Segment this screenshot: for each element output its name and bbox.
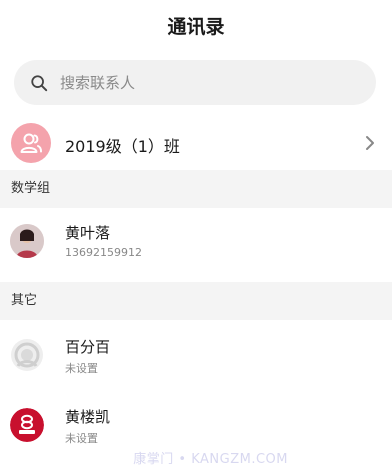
page-title: 通讯录 <box>167 16 225 38</box>
section-header-math: 数学组 <box>0 170 392 208</box>
class-group-label: 2019级（1）班 <box>65 137 180 156</box>
contact-name: 百分百 <box>65 338 111 356</box>
contact-phone: 13692159912 <box>65 246 142 259</box>
group-users-icon <box>11 123 51 163</box>
section-header-other: 其它 <box>0 282 392 320</box>
default-avatar-icon <box>10 338 44 372</box>
contact-name: 黄叶落 <box>65 224 111 242</box>
watermark: 康掌门 • KANGZM.COM <box>133 452 288 467</box>
contact-name: 黄楼凯 <box>65 408 111 426</box>
contact-row[interactable]: 黄叶落 13692159912 <box>0 214 392 270</box>
contact-subtitle: 未设置 <box>65 432 98 445</box>
search-input[interactable] <box>60 73 320 92</box>
class-group-row[interactable]: 2019级（1）班 <box>0 118 392 170</box>
contact-subtitle: 未设置 <box>65 362 98 375</box>
contact-row[interactable]: 百分百 未设置 <box>0 328 392 384</box>
logo-avatar-icon <box>10 408 44 442</box>
search-icon <box>31 74 48 91</box>
chevron-right-icon <box>366 136 374 150</box>
search-bar[interactable] <box>14 60 376 105</box>
contact-row[interactable]: 黄楼凯 未设置 <box>0 398 392 454</box>
photo-avatar <box>10 224 44 258</box>
